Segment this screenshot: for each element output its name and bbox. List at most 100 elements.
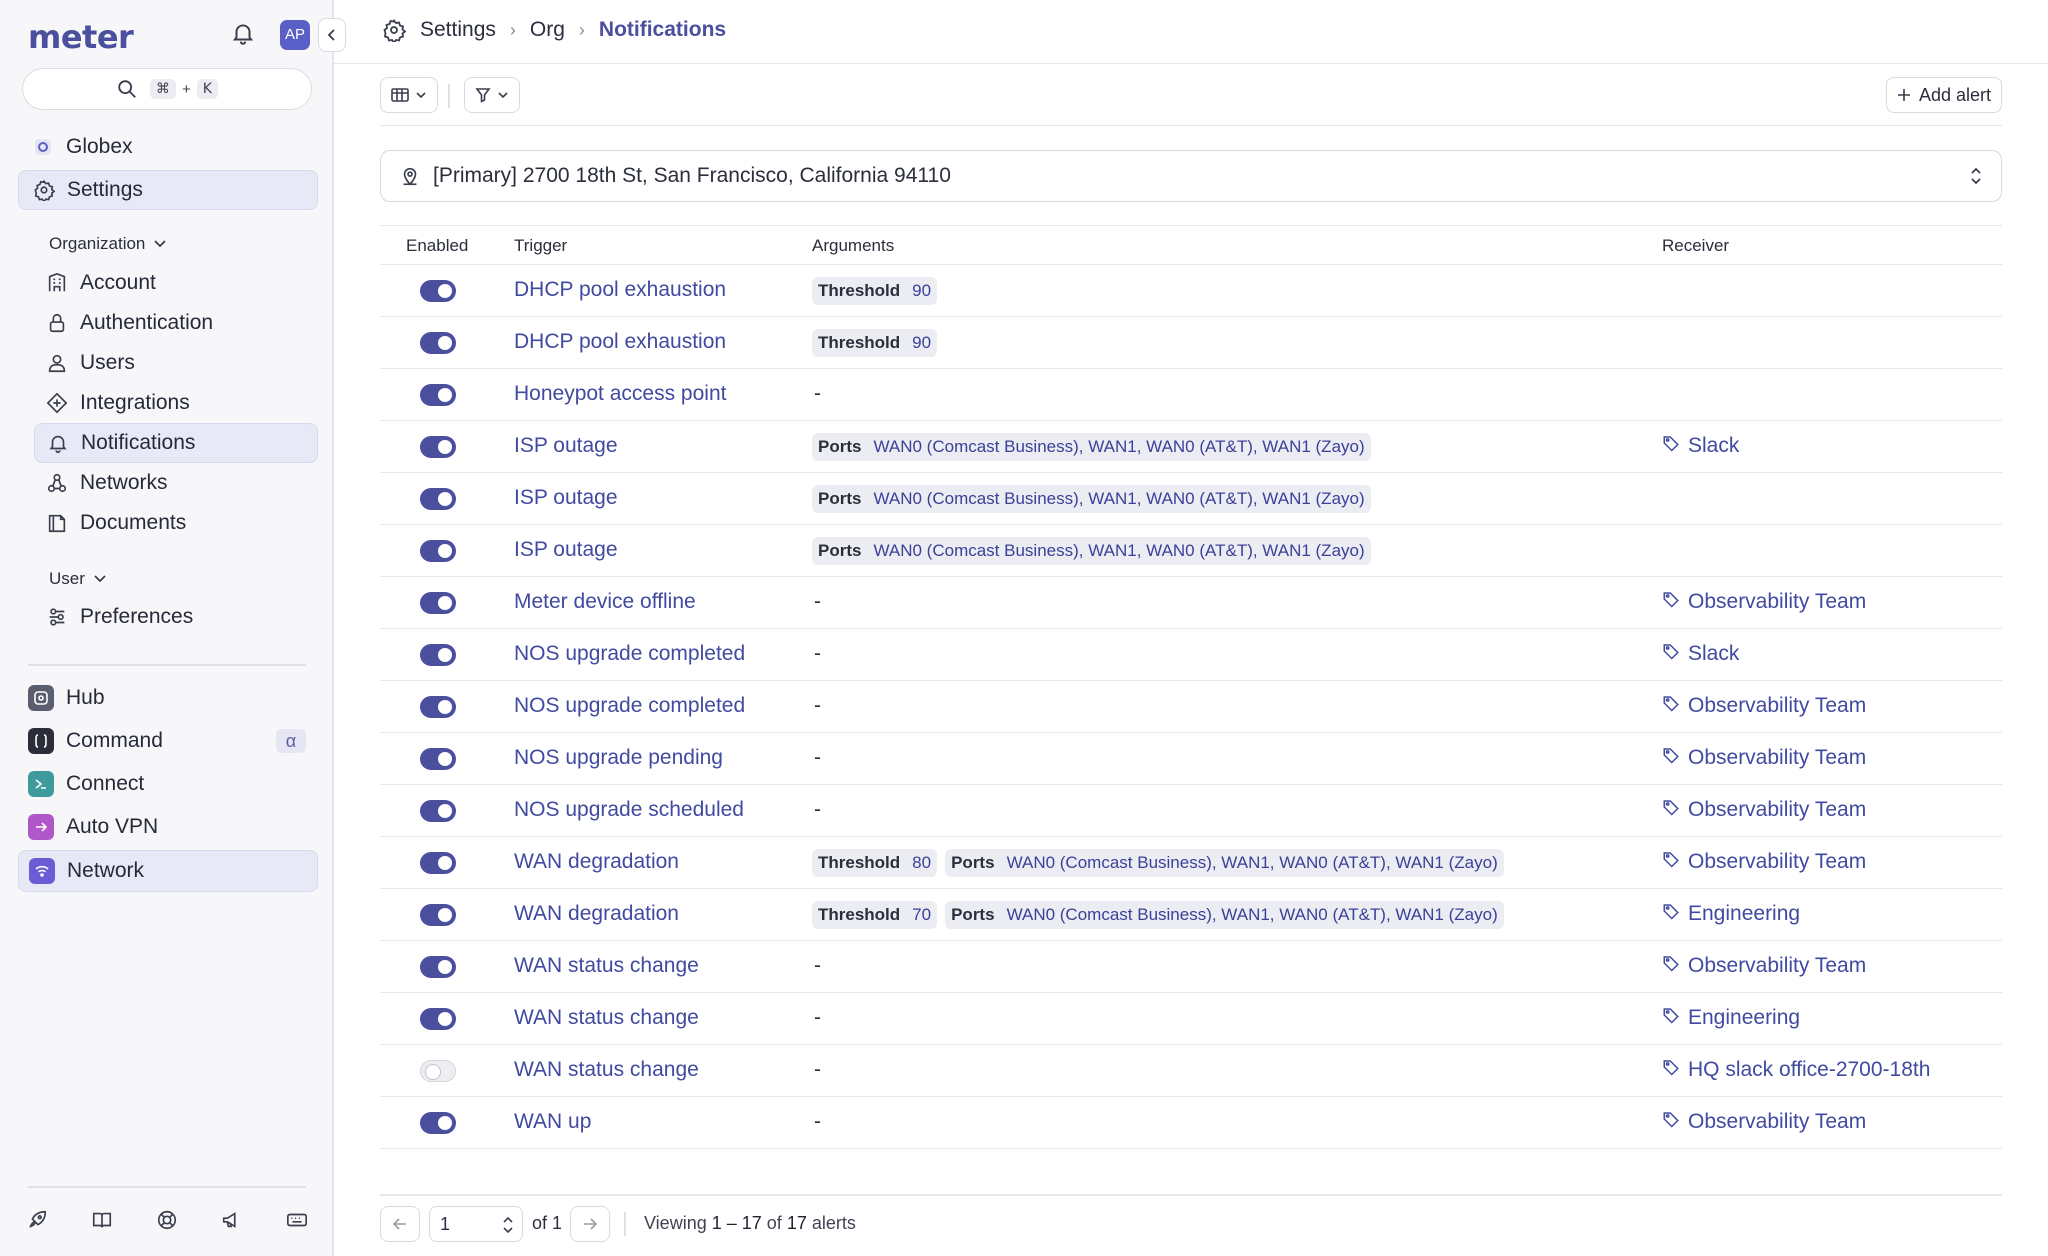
trigger-link[interactable]: DHCP pool exhaustion <box>514 278 726 302</box>
trigger-link[interactable]: Meter device offline <box>514 590 696 614</box>
receiver-link[interactable]: Observability Team <box>1662 954 1866 978</box>
receiver-link[interactable]: Observability Team <box>1662 694 1866 718</box>
receiver-link[interactable]: Engineering <box>1662 1006 1800 1030</box>
app-connect[interactable]: Connect <box>18 763 318 805</box>
receiver-link[interactable]: Observability Team <box>1662 850 1866 874</box>
receiver-link[interactable]: HQ slack office-2700-18th <box>1662 1058 1930 1082</box>
enabled-toggle[interactable] <box>420 748 456 770</box>
trigger-link[interactable]: ISP outage <box>514 538 618 562</box>
app-command[interactable]: Command α <box>18 720 318 762</box>
enabled-toggle[interactable] <box>420 540 456 562</box>
sidebar-item-users[interactable]: Users <box>34 343 318 383</box>
trigger-link[interactable]: NOS upgrade completed <box>514 642 745 666</box>
keyboard-icon[interactable] <box>282 1205 312 1235</box>
add-alert-button[interactable]: Add alert <box>1885 77 2002 113</box>
table-row[interactable]: WAN status change - Engineering <box>380 993 2002 1045</box>
table-row[interactable]: ISP outage Ports WAN0 (Comcast Business), … <box>380 525 2002 577</box>
breadcrumb-org[interactable]: Org <box>530 18 565 42</box>
enabled-toggle[interactable] <box>420 384 456 406</box>
table-row[interactable]: ISP outage Ports WAN0 (Comcast Business), … <box>380 473 2002 525</box>
receiver-link[interactable]: Observability Team <box>1662 798 1866 822</box>
app-auto-vpn[interactable]: Auto VPN <box>18 806 318 848</box>
avatar[interactable]: AP <box>280 20 310 50</box>
enabled-toggle[interactable] <box>420 904 456 926</box>
next-page-button[interactable] <box>570 1206 610 1242</box>
megaphone-icon[interactable] <box>217 1205 247 1235</box>
sidebar-item-documents[interactable]: Documents <box>34 503 318 543</box>
table-row[interactable]: DHCP pool exhaustion Threshold 90 <box>380 317 2002 369</box>
bell-icon[interactable] <box>230 20 260 50</box>
location-select[interactable]: [Primary] 2700 18th St, San Francisco, C… <box>380 150 2002 202</box>
trigger-link[interactable]: WAN degradation <box>514 902 679 926</box>
enabled-toggle[interactable] <box>420 644 456 666</box>
table-row[interactable]: NOS upgrade completed - Observability Team <box>380 681 2002 733</box>
trigger-link[interactable]: WAN status change <box>514 1006 699 1030</box>
support-icon[interactable] <box>152 1205 182 1235</box>
sidebar-item-account[interactable]: Account <box>34 263 318 303</box>
table-row[interactable]: NOS upgrade pending - Observability Team <box>380 733 2002 785</box>
table-row[interactable]: NOS upgrade scheduled - Observability Team <box>380 785 2002 837</box>
previous-page-button[interactable] <box>380 1206 420 1242</box>
enabled-toggle[interactable] <box>420 1060 456 1082</box>
collapse-sidebar-button[interactable] <box>318 18 346 52</box>
sidebar-item-networks[interactable]: Networks <box>34 463 318 503</box>
enabled-toggle[interactable] <box>420 800 456 822</box>
breadcrumb-settings[interactable]: Settings <box>420 18 496 42</box>
section-organization[interactable]: Organization <box>49 234 167 254</box>
receiver-link[interactable]: Observability Team <box>1662 746 1866 770</box>
trigger-link[interactable]: Honeypot access point <box>514 382 726 406</box>
receiver-link[interactable]: Observability Team <box>1662 1110 1866 1134</box>
trigger-link[interactable]: NOS upgrade scheduled <box>514 798 744 822</box>
trigger-link[interactable]: WAN degradation <box>514 850 679 874</box>
table-row[interactable]: WAN status change - Observability Team <box>380 941 2002 993</box>
enabled-toggle[interactable] <box>420 436 456 458</box>
receiver-link[interactable]: Observability Team <box>1662 590 1866 614</box>
receiver-link[interactable]: Slack <box>1662 642 1739 666</box>
book-icon[interactable] <box>87 1205 117 1235</box>
table-row[interactable]: Honeypot access point - <box>380 369 2002 421</box>
enabled-toggle[interactable] <box>420 332 456 354</box>
enabled-toggle[interactable] <box>420 488 456 510</box>
trigger-link[interactable]: ISP outage <box>514 434 618 458</box>
columns-button[interactable] <box>380 77 438 113</box>
trigger-link[interactable]: NOS upgrade completed <box>514 694 745 718</box>
table-row[interactable]: WAN status change - HQ slack office-2700-1… <box>380 1045 2002 1097</box>
column-header-receiver[interactable]: Receiver <box>1662 236 1729 256</box>
enabled-toggle[interactable] <box>420 280 456 302</box>
meter-logo[interactable]: meter <box>28 18 134 56</box>
trigger-link[interactable]: ISP outage <box>514 486 618 510</box>
enabled-toggle[interactable] <box>420 1008 456 1030</box>
trigger-link[interactable]: WAN up <box>514 1110 591 1134</box>
column-header-arguments[interactable]: Arguments <box>812 236 894 256</box>
table-row[interactable]: NOS upgrade completed - Slack <box>380 629 2002 681</box>
trigger-link[interactable]: NOS upgrade pending <box>514 746 723 770</box>
section-user[interactable]: User <box>49 569 107 589</box>
table-row[interactable]: Meter device offline - Observability Team <box>380 577 2002 629</box>
enabled-toggle[interactable] <box>420 956 456 978</box>
search-input[interactable]: ⌘ + K <box>22 68 312 110</box>
sidebar-item-preferences[interactable]: Preferences <box>34 597 318 637</box>
trigger-link[interactable]: DHCP pool exhaustion <box>514 330 726 354</box>
app-hub[interactable]: Hub <box>18 677 318 719</box>
table-row[interactable]: WAN degradation Threshold 80 Ports WAN0 (Com… <box>380 837 2002 889</box>
enabled-toggle[interactable] <box>420 1112 456 1134</box>
enabled-toggle[interactable] <box>420 852 456 874</box>
sidebar-item-notifications[interactable]: Notifications <box>34 423 318 463</box>
enabled-toggle[interactable] <box>420 696 456 718</box>
sidebar-item-integrations[interactable]: Integrations <box>34 383 318 423</box>
page-number-input[interactable]: 1 <box>429 1206 523 1242</box>
rocket-icon[interactable] <box>22 1205 52 1235</box>
sidebar-item-settings[interactable]: Settings <box>18 170 318 210</box>
column-header-enabled[interactable]: Enabled <box>406 236 468 256</box>
column-header-trigger[interactable]: Trigger <box>514 236 567 256</box>
sidebar-item-org[interactable]: Globex <box>18 127 318 167</box>
table-row[interactable]: WAN degradation Threshold 70 Ports WAN0 (Com… <box>380 889 2002 941</box>
app-network[interactable]: Network <box>18 850 318 892</box>
table-row[interactable]: WAN up - Observability Team <box>380 1097 2002 1149</box>
sidebar-item-authentication[interactable]: Authentication <box>34 303 318 343</box>
enabled-toggle[interactable] <box>420 592 456 614</box>
trigger-link[interactable]: WAN status change <box>514 954 699 978</box>
table-row[interactable]: DHCP pool exhaustion Threshold 90 <box>380 265 2002 317</box>
table-row[interactable]: ISP outage Ports WAN0 (Comcast Business), … <box>380 421 2002 473</box>
receiver-link[interactable]: Engineering <box>1662 902 1800 926</box>
